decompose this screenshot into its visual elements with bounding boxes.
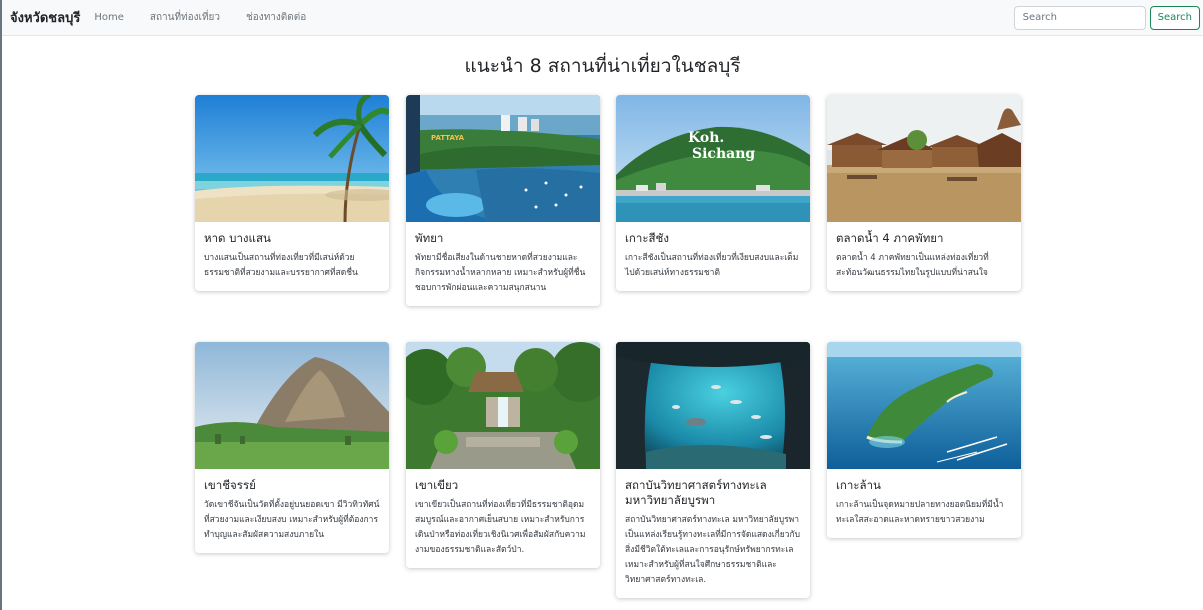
browser-viewport: จังหวัดชลบุรี Home สถานที่ท่องเที่ยว ช่อ… <box>0 0 1203 610</box>
card-text: สถาบันวิทยาศาสตร์ทางทะเล มหาวิทยาลัยบูรพ… <box>625 515 801 585</box>
card-title: พัทยา <box>415 231 444 245</box>
card-kohsichang[interactable]: Koh. Sichang เกาะสีชัง เกาะสีชังเป็นสถาน… <box>616 95 810 291</box>
card-image-marine-institute <box>616 342 810 469</box>
page-title: แนะนำ 8 สถานที่น่าเที่ยวในชลบุรี <box>464 55 741 77</box>
card-image-bangsaen <box>195 95 389 222</box>
card-body: พัทยา พัทยามีชื่อเสียงในด้านชายหาดที่สวย… <box>406 222 600 306</box>
card-body: หาด บางแสน บางแสนเป็นสถานที่ท่องเที่ยวที… <box>195 222 389 291</box>
card-body: สถาบันวิทยาศาสตร์ทางทะเล มหาวิทยาลัยบูรพ… <box>616 469 810 598</box>
card-image-kohlarn <box>827 342 1021 469</box>
card-body: ตลาดน้ำ 4 ภาคพัทยา ตลาดน้ำ 4 ภาคพัทยาเป็… <box>827 222 1021 291</box>
navbar: จังหวัดชลบุรี Home สถานที่ท่องเที่ยว ช่อ… <box>2 0 1203 36</box>
card-image-khaochichan <box>195 342 389 469</box>
card-image-floating-market <box>827 95 1021 222</box>
card-title: เขาชีจรรย์ <box>204 478 256 492</box>
image-caption-koh: Koh. <box>688 130 724 146</box>
nav-link-contact[interactable]: ช่องทางติดต่อ <box>246 10 306 25</box>
card-title: สถาบันวิทยาศาสตร์ทางทะเล มหาวิทยาลัยบูรพ… <box>625 478 767 507</box>
card-text: วัดเขาชีจันเป็นวัดที่ตั้งอยู่บนยอดเขา มี… <box>204 500 380 540</box>
card-khaochichan[interactable]: เขาชีจรรย์ วัดเขาชีจันเป็นวัดที่ตั้งอยู่… <box>195 342 389 553</box>
card-title: เกาะสีชัง <box>625 231 669 245</box>
card-title: เขาเขียว <box>415 478 459 492</box>
card-marine-institute[interactable]: สถาบันวิทยาศาสตร์ทางทะเล มหาวิทยาลัยบูรพ… <box>616 342 810 598</box>
card-image-kohsichang: Koh. Sichang <box>616 95 810 222</box>
card-floating-market[interactable]: ตลาดน้ำ 4 ภาคพัทยา ตลาดน้ำ 4 ภาคพัทยาเป็… <box>827 95 1021 291</box>
card-image-pattaya: PATTAYA <box>406 95 600 222</box>
nav-link-home[interactable]: Home <box>94 12 124 23</box>
card-text: เกาะล้านเป็นจุดหมายปลายทางยอดนิยมที่มีน้… <box>836 500 1004 525</box>
card-text: ตลาดน้ำ 4 ภาคพัทยาเป็นแหล่งท่องเที่ยวที่… <box>836 253 989 278</box>
nav-link-attractions[interactable]: สถานที่ท่องเที่ยว <box>150 10 220 25</box>
card-title: เกาะล้าน <box>836 478 881 492</box>
card-bangsaen[interactable]: หาด บางแสน บางแสนเป็นสถานที่ท่องเที่ยวที… <box>195 95 389 291</box>
card-text: บางแสนเป็นสถานที่ท่องเที่ยวที่มีเสน่ห์ด้… <box>204 253 358 278</box>
card-khaokhiao[interactable]: เขาเขียว เขาเขียวเป็นสถานที่ท่องเที่ยวที… <box>406 342 600 568</box>
card-text: เขาเขียวเป็นสถานที่ท่องเที่ยวที่มีธรรมชา… <box>415 500 586 555</box>
search-input[interactable] <box>1013 5 1146 30</box>
card-text: เกาะสีชังเป็นสถานที่ท่องเที่ยวที่เงียบสง… <box>625 253 799 278</box>
card-title: ตลาดน้ำ 4 ภาคพัทยา <box>836 231 944 245</box>
card-image-khaokhiao <box>406 342 600 469</box>
card-body: เขาเขียว เขาเขียวเป็นสถานที่ท่องเที่ยวที… <box>406 469 600 568</box>
card-body: เกาะสีชัง เกาะสีชังเป็นสถานที่ท่องเที่ยว… <box>616 222 810 291</box>
card-body: เขาชีจรรย์ วัดเขาชีจันเป็นวัดที่ตั้งอยู่… <box>195 469 389 553</box>
card-text: พัทยามีชื่อเสียงในด้านชายหาดที่สวยงามและ… <box>415 253 586 293</box>
card-title: หาด บางแสน <box>204 231 271 245</box>
image-caption-sichang: Sichang <box>692 146 755 162</box>
navbar-brand[interactable]: จังหวัดชลบุรี <box>10 7 80 28</box>
card-kohlarn[interactable]: เกาะล้าน เกาะล้านเป็นจุดหมายปลายทางยอดนิ… <box>827 342 1021 538</box>
card-body: เกาะล้าน เกาะล้านเป็นจุดหมายปลายทางยอดนิ… <box>827 469 1021 538</box>
svg-text:PATTAYA: PATTAYA <box>431 134 465 142</box>
card-pattaya[interactable]: PATTAYA พัทยา พัทยามีชื่อเสียงในด้านชายห… <box>406 95 600 306</box>
search-button[interactable]: Search <box>1149 5 1200 30</box>
